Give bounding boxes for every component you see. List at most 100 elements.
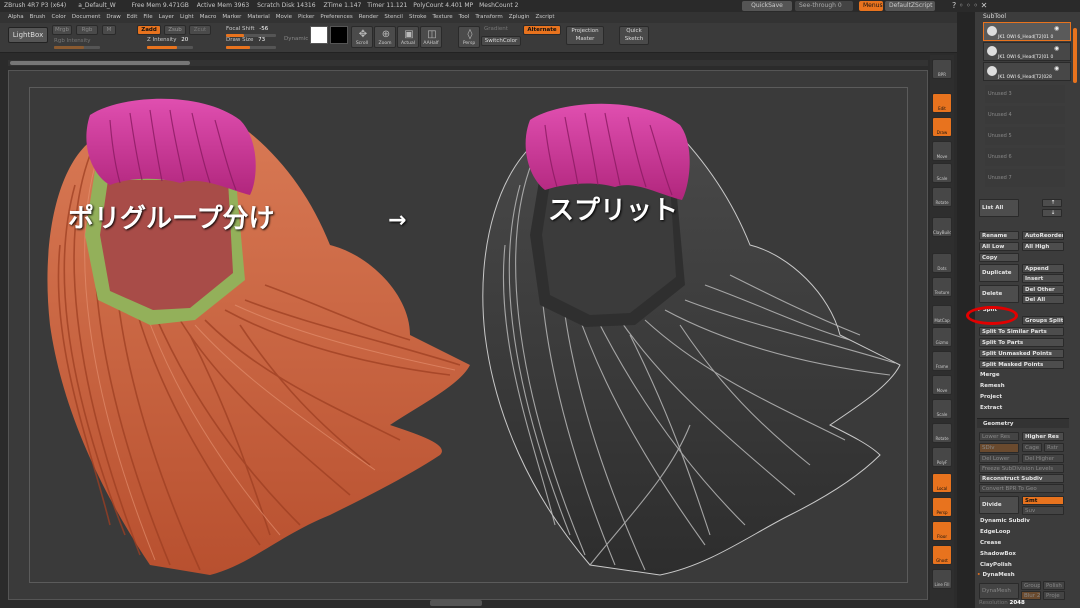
smt-toggle[interactable]: Smt xyxy=(1022,496,1064,505)
shelf-scale-button[interactable]: Scale xyxy=(932,399,952,419)
insert-button[interactable]: Insert xyxy=(1022,274,1064,283)
shelf-rotate-button[interactable]: Rotate xyxy=(932,423,952,443)
sdiv-slider[interactable]: SDiv xyxy=(979,443,1019,453)
rename-button[interactable]: Rename xyxy=(979,231,1019,240)
project-toggle[interactable]: Proje xyxy=(1043,591,1065,600)
del-higher-button[interactable]: Del Higher xyxy=(1022,454,1064,463)
dynamic-button[interactable]: Dynamic xyxy=(284,36,308,42)
hair-model-polygroups[interactable] xyxy=(47,98,470,576)
shelf-move-button[interactable]: Move xyxy=(932,375,952,395)
menu-item-alpha[interactable]: Alpha xyxy=(8,14,24,20)
extract-subpalette[interactable]: Extract xyxy=(980,405,1002,411)
copy-button[interactable]: Copy xyxy=(979,253,1019,262)
lower-res-button[interactable]: Lower Res xyxy=(979,432,1019,441)
shadowbox-subpalette[interactable]: ShadowBox xyxy=(980,551,1016,557)
append-button[interactable]: Append xyxy=(1022,264,1064,273)
menu-item-picker[interactable]: Picker xyxy=(298,14,314,20)
subtool-item[interactable]: ◉ JK1 OWI 6_Head[T2]01 0 xyxy=(983,22,1071,41)
menu-item-movie[interactable]: Movie xyxy=(276,14,292,20)
subtool-scrollbar[interactable] xyxy=(1073,28,1077,83)
groups-split-button[interactable]: Groups Split xyxy=(1022,316,1064,325)
shelf-texture-off-button[interactable]: Texture Off xyxy=(932,277,952,297)
hair-render[interactable] xyxy=(30,95,910,585)
see-through-slider[interactable]: See-through 0 xyxy=(795,1,853,11)
shelf-local-button[interactable]: Local xyxy=(932,473,952,493)
menu-item-preferences[interactable]: Preferences xyxy=(320,14,352,20)
crease-subpalette[interactable]: Crease xyxy=(980,540,1001,546)
menu-item-material[interactable]: Material xyxy=(247,14,269,20)
zsub-button[interactable]: Zsub xyxy=(164,25,186,35)
shelf-polyf-button[interactable]: PolyF xyxy=(932,447,952,467)
remesh-subpalette[interactable]: Remesh xyxy=(980,383,1005,389)
resolution-slider[interactable]: Resolution 2048 xyxy=(979,600,1025,606)
mrgb-button[interactable]: Mrgb xyxy=(52,25,72,35)
del-other-button[interactable]: Del Other xyxy=(1022,285,1064,294)
shelf-ghost-button[interactable]: Ghost xyxy=(932,545,952,565)
shelf-edit-button[interactable]: Edit xyxy=(932,93,952,113)
group-toggle[interactable]: Group xyxy=(1021,581,1041,590)
shelf-gizmo-button[interactable]: Gizmo xyxy=(932,327,952,347)
subtool-item[interactable]: ◉ JK1 OWI 6_Head[T2]01 0 xyxy=(983,42,1071,61)
menu-item-brush[interactable]: Brush xyxy=(30,14,46,20)
rgb-button[interactable]: Rgb xyxy=(76,25,98,35)
all-high-button[interactable]: All High xyxy=(1022,242,1064,251)
menus-button[interactable]: Menus xyxy=(859,1,883,11)
shelf-rotate-button[interactable]: Rotate xyxy=(932,187,952,207)
scroll-button[interactable]: ✥ Scroll xyxy=(351,26,373,48)
shelf-draw-button[interactable]: Draw xyxy=(932,117,952,137)
freeze-subdiv-button[interactable]: Freeze SubDivision Levels xyxy=(979,464,1064,473)
merge-subpalette[interactable]: Merge xyxy=(980,372,1000,378)
document-scroll-handle[interactable] xyxy=(10,61,190,65)
subtool-empty-slot[interactable]: Unused 6 xyxy=(985,148,1065,166)
gradient-button[interactable]: Gradient xyxy=(484,26,508,32)
blur-slider[interactable]: Blur 2 xyxy=(1021,591,1041,600)
del-lower-button[interactable]: Del Lower xyxy=(979,454,1019,463)
menu-item-macro[interactable]: Macro xyxy=(200,14,217,20)
menu-item-layer[interactable]: Layer xyxy=(159,14,174,20)
dynamesh-subpalette[interactable]: • DynaMesh xyxy=(977,572,1015,578)
cage-button[interactable]: Cage xyxy=(1022,443,1042,452)
aahalf-button[interactable]: ◫ AAHalf xyxy=(420,26,442,48)
split-unmasked-button[interactable]: Split Unmasked Points xyxy=(979,349,1064,358)
main-color-swatch[interactable] xyxy=(310,26,328,44)
subtool-empty-slot[interactable]: Unused 5 xyxy=(985,127,1065,145)
polish-toggle[interactable]: Polish xyxy=(1043,581,1065,590)
delete-button[interactable]: Delete xyxy=(979,285,1019,303)
shelf-move-button[interactable]: Move xyxy=(932,141,952,161)
rstr-button[interactable]: Rstr xyxy=(1044,443,1064,452)
project-subpalette[interactable]: Project xyxy=(980,394,1002,400)
alternate-button[interactable]: Alternate xyxy=(523,25,561,35)
menu-item-color[interactable]: Color xyxy=(52,14,66,20)
default-zscript-button[interactable]: DefaultZScript xyxy=(885,1,935,11)
z-intensity-slider[interactable]: Z Intensity 20 xyxy=(147,37,188,43)
subtool-empty-slot[interactable]: Unused 7 xyxy=(985,169,1065,187)
move-up-button[interactable]: ⇡ xyxy=(1042,199,1062,207)
visibility-eye-icon[interactable]: ◉ xyxy=(1054,65,1059,72)
zoom-button[interactable]: ⊕ Zoom xyxy=(374,26,396,48)
menu-item-zplugin[interactable]: Zplugin xyxy=(509,14,530,20)
bottom-scroll-handle[interactable] xyxy=(430,600,482,606)
shelf-scale-button[interactable]: Scale xyxy=(932,163,952,183)
menu-item-edit[interactable]: Edit xyxy=(127,14,138,20)
suv-toggle[interactable]: Suv xyxy=(1022,506,1064,515)
switchcolor-button[interactable]: SwitchColor xyxy=(481,36,521,46)
window-controls[interactable]: ? ◦ ◦ ◦ ✕ xyxy=(952,1,987,10)
focal-shift-slider[interactable]: Focal Shift -56 xyxy=(226,26,268,32)
shelf-bpr-button[interactable]: BPR xyxy=(932,59,952,79)
actual-button[interactable]: ▣ Actual xyxy=(397,26,419,48)
edgeloop-subpalette[interactable]: EdgeLoop xyxy=(980,529,1010,535)
menu-item-stroke[interactable]: Stroke xyxy=(409,14,427,20)
menu-item-marker[interactable]: Marker xyxy=(222,14,241,20)
shelf-persp-button[interactable]: Persp xyxy=(932,497,952,517)
subtool-empty-slot[interactable]: Unused 3 xyxy=(985,85,1065,103)
visibility-eye-icon[interactable]: ◉ xyxy=(1054,45,1059,52)
dynamic-subdiv-subpalette[interactable]: Dynamic Subdiv xyxy=(980,518,1030,524)
menu-item-render[interactable]: Render xyxy=(359,14,379,20)
shelf-frame-button[interactable]: Frame xyxy=(932,351,952,371)
subtool-item[interactable]: ◉ JK1 OWI 6_Head[T2]028 xyxy=(983,62,1071,81)
all-low-button[interactable]: All Low xyxy=(979,242,1019,251)
higher-res-button[interactable]: Higher Res xyxy=(1022,432,1064,441)
zadd-button[interactable]: Zadd xyxy=(137,25,161,35)
divide-button[interactable]: Divide xyxy=(979,496,1019,514)
convert-bpr-button[interactable]: Convert BPR To Geo xyxy=(979,484,1064,493)
